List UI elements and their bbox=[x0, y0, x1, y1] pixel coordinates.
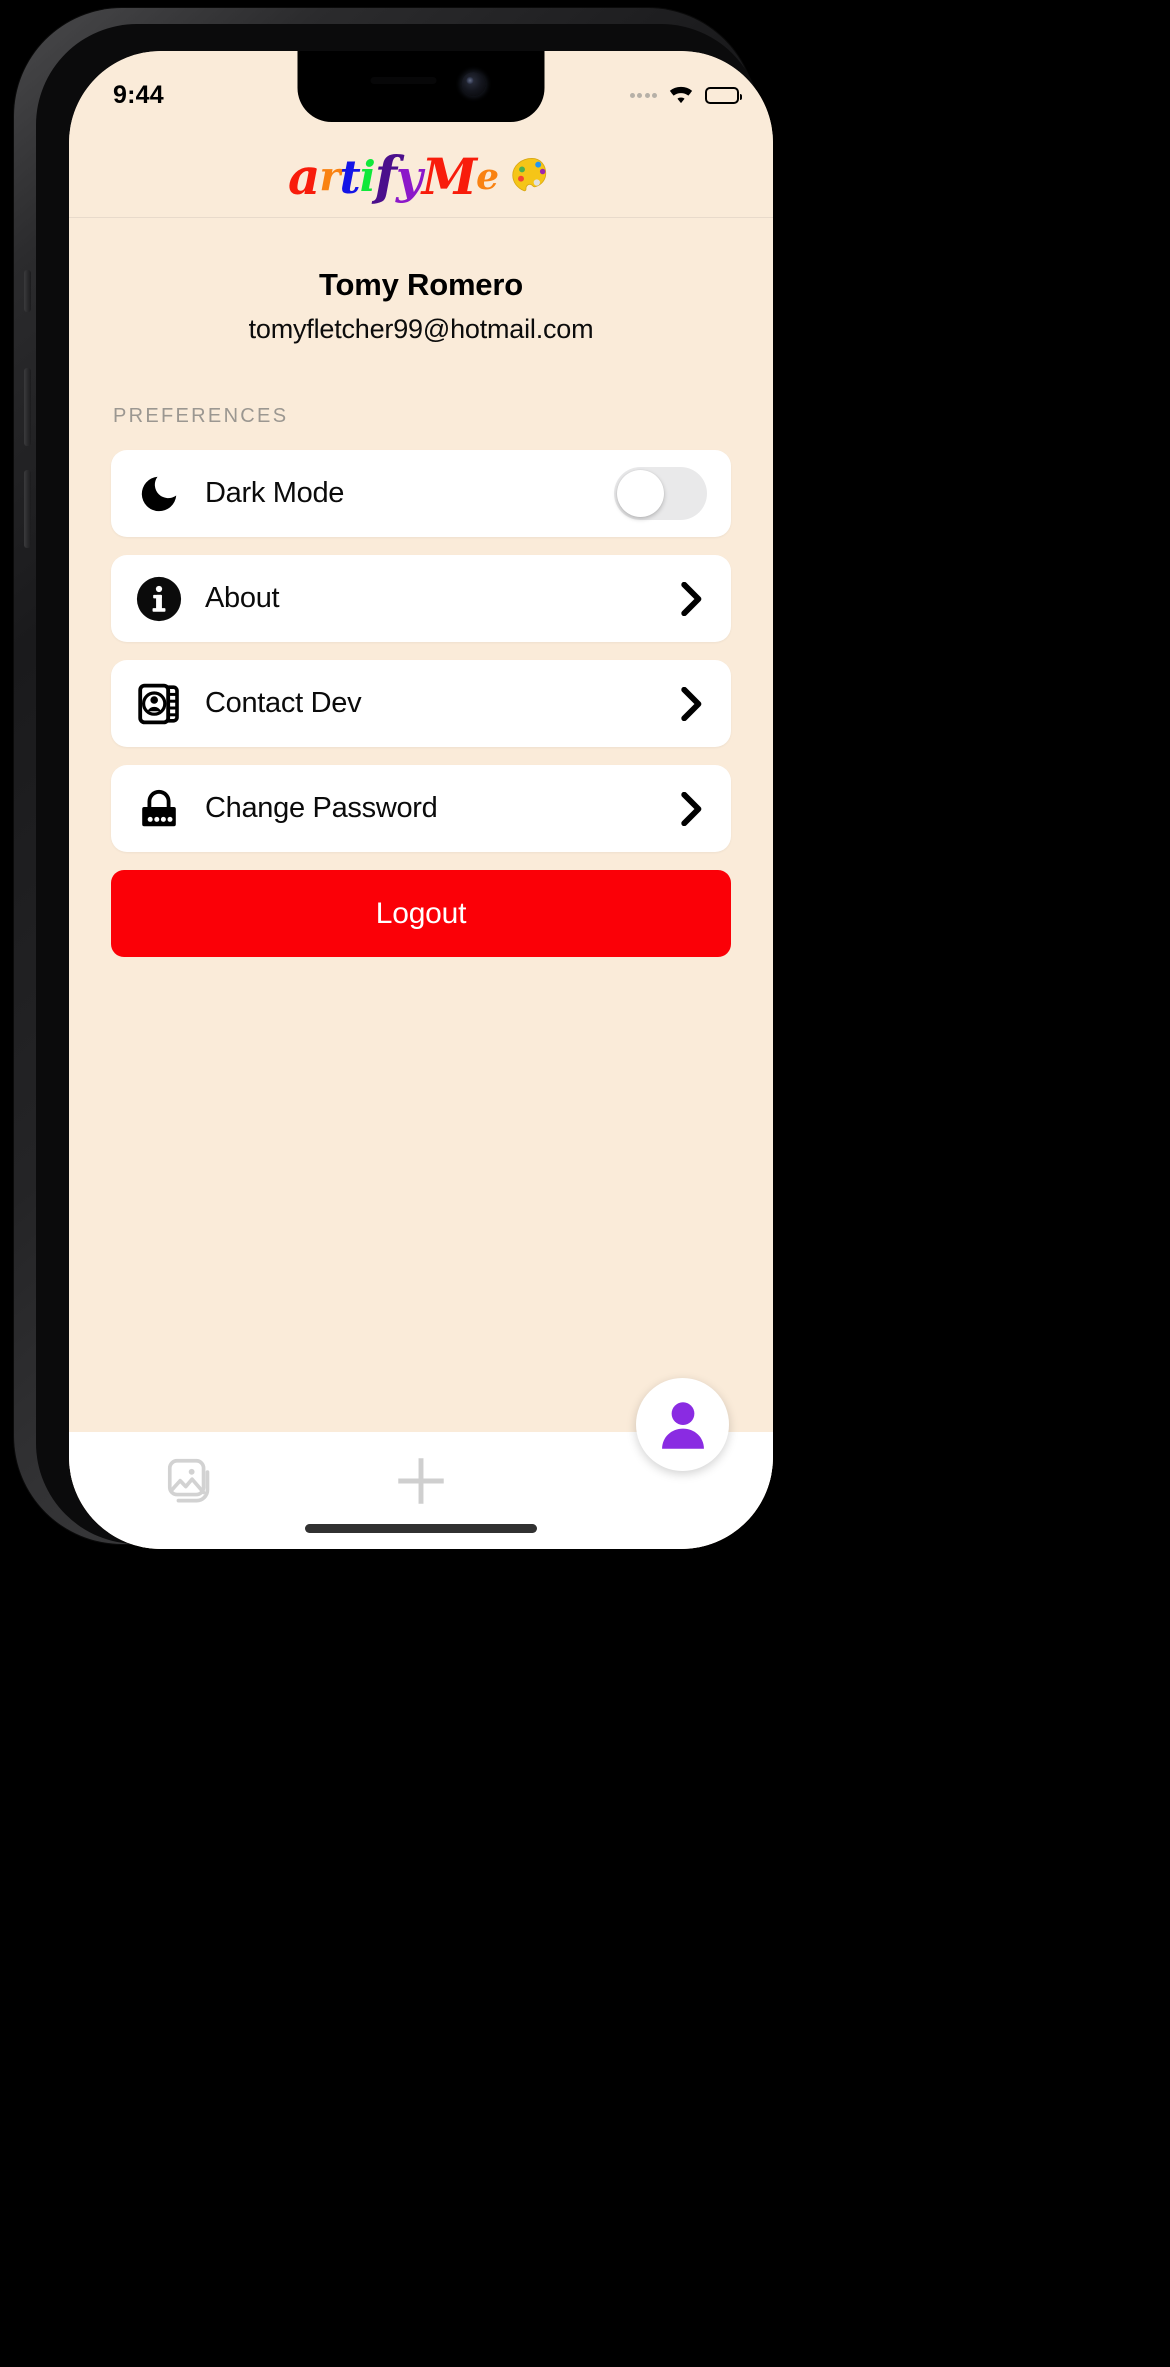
home-indicator[interactable] bbox=[305, 1524, 537, 1533]
logo-letter: y bbox=[396, 150, 423, 204]
preference-row-about[interactable]: About bbox=[111, 555, 731, 642]
logo-letter: M bbox=[421, 147, 477, 206]
image-gallery-icon[interactable] bbox=[165, 1456, 217, 1508]
settings-screen: Tomy Romero tomyfletcher99@hotmail.com P… bbox=[69, 219, 773, 1549]
volume-down-button[interactable] bbox=[24, 470, 31, 548]
chevron-right-icon bbox=[681, 581, 702, 616]
logout-label: Logout bbox=[375, 896, 467, 930]
toggle-knob bbox=[617, 470, 664, 517]
volume-up-button[interactable] bbox=[24, 368, 31, 446]
logo-letter: i bbox=[359, 152, 376, 201]
logo-letter: t bbox=[339, 150, 360, 204]
device-notch bbox=[297, 51, 545, 122]
profile-name: Tomy Romero bbox=[319, 267, 523, 302]
profile-email: tomyfletcher99@hotmail.com bbox=[248, 314, 594, 344]
front-camera bbox=[461, 72, 485, 96]
logo-letter: r bbox=[319, 153, 340, 200]
plus-icon[interactable] bbox=[390, 1450, 452, 1512]
preference-label: Contact Dev bbox=[205, 687, 362, 719]
profile-fab-button[interactable] bbox=[636, 1378, 729, 1471]
preference-row-dark-mode[interactable]: Dark Mode bbox=[111, 450, 731, 537]
profile-block: Tomy Romero tomyfletcher99@hotmail.com bbox=[69, 219, 773, 345]
phone-screen: artifyMe 9:44 Tomy Romero tomyfletcher99… bbox=[69, 51, 773, 1549]
preferences-section-label: PREFERENCES bbox=[113, 405, 289, 427]
person-avatar-icon bbox=[661, 1401, 704, 1449]
status-time: 9:44 bbox=[113, 80, 164, 109]
chevron-right-icon bbox=[681, 686, 702, 721]
app-logo: artifyMe bbox=[288, 151, 554, 203]
dark-mode-toggle[interactable] bbox=[614, 467, 707, 520]
preference-label: Change Password bbox=[205, 792, 438, 824]
moon-icon bbox=[133, 468, 185, 520]
preference-row-change-password[interactable]: Change Password bbox=[111, 765, 731, 852]
preference-row-contact-dev[interactable]: Contact Dev bbox=[111, 660, 731, 747]
battery-full-icon bbox=[705, 86, 742, 104]
lock-icon bbox=[133, 783, 185, 835]
wifi-icon bbox=[669, 86, 693, 104]
phone-body: artifyMe 9:44 Tomy Romero tomyfletcher99… bbox=[14, 8, 773, 1549]
status-indicators bbox=[629, 84, 742, 106]
silent-switch[interactable] bbox=[24, 270, 31, 312]
device-frame: artifyMe 9:44 Tomy Romero tomyfletcher99… bbox=[0, 0, 1170, 2367]
chevron-right-icon bbox=[681, 791, 702, 826]
preference-label: About bbox=[205, 582, 280, 614]
preferences-list: Dark Mode About Contact Dev Change Passw… bbox=[111, 450, 731, 852]
logo-letter: e bbox=[476, 156, 499, 198]
logo-letter: a bbox=[287, 147, 320, 206]
contact-book-icon bbox=[133, 678, 185, 730]
logout-button[interactable]: Logout bbox=[111, 870, 731, 957]
earpiece-speaker bbox=[370, 77, 436, 84]
artist-palette-icon bbox=[512, 158, 547, 192]
phone-bezel: artifyMe 9:44 Tomy Romero tomyfletcher99… bbox=[36, 24, 773, 1549]
logo-letter: f bbox=[374, 146, 397, 207]
preference-label: Dark Mode bbox=[205, 477, 345, 509]
info-circle-icon bbox=[133, 573, 185, 625]
signal-dots-icon bbox=[629, 92, 657, 98]
